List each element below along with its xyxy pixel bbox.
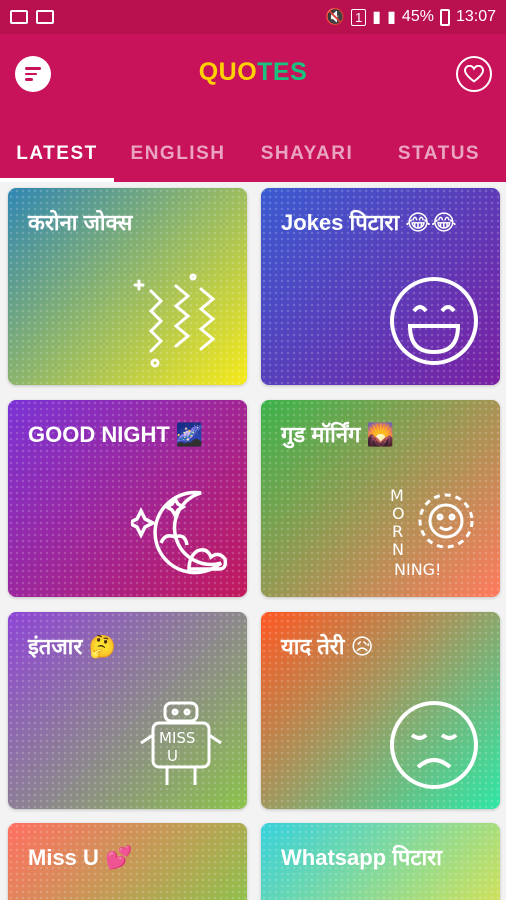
card-title: GOOD NIGHT 🌌 bbox=[28, 422, 204, 447]
card-title: गुड मॉर्निंग 🌄 bbox=[281, 422, 394, 447]
moon-icon bbox=[131, 490, 228, 575]
card-title: इंतजार 🤔 bbox=[28, 634, 116, 659]
mail-icon bbox=[36, 10, 54, 24]
app-bar: QUOTES LATEST ENGLISH SHAYARI STATUS bbox=[0, 34, 506, 182]
category-card[interactable]: Jokes पिटारा 😂😂 bbox=[261, 188, 500, 385]
svg-text:N: N bbox=[392, 540, 404, 559]
miss-u-robot-icon: MISS U bbox=[140, 701, 222, 785]
svg-text:NING!: NING! bbox=[394, 560, 441, 579]
svg-text:R: R bbox=[392, 522, 403, 541]
tab-english[interactable]: ENGLISH bbox=[114, 126, 242, 182]
tab-shayari[interactable]: SHAYARI bbox=[242, 126, 372, 182]
morning-sun-icon: M O R N NING! bbox=[390, 486, 474, 579]
app-title: QUOTES bbox=[0, 58, 506, 87]
category-card[interactable]: इंतजार 🤔 MISS U bbox=[8, 612, 247, 809]
status-bar: 🔇 1 ▮ ▮ 45% 13:07 bbox=[0, 0, 506, 34]
svg-text:O: O bbox=[392, 504, 405, 523]
gallery-icon bbox=[10, 10, 28, 24]
card-title: याद तेरी 😥 bbox=[281, 634, 374, 659]
confetti-icon bbox=[133, 273, 216, 368]
svg-text:U: U bbox=[167, 747, 178, 765]
battery-percent: 45% bbox=[401, 8, 434, 25]
category-card[interactable]: GOOD NIGHT 🌌 bbox=[8, 400, 247, 597]
laughing-face-icon bbox=[390, 277, 478, 365]
sim-badge: 1 bbox=[351, 8, 367, 26]
category-grid: करोना जोक्स Jokes पिटारा 😂😂 GOOD NIGHT 🌌 bbox=[0, 182, 506, 900]
tab-bar: LATEST ENGLISH SHAYARI STATUS bbox=[0, 126, 506, 182]
clock: 13:07 bbox=[455, 8, 496, 25]
category-card[interactable]: गुड मॉर्निंग 🌄 M O R N NING! bbox=[261, 400, 500, 597]
category-card[interactable]: करोना जोक्स bbox=[8, 188, 247, 385]
app-title-part-1: QUO bbox=[198, 58, 258, 86]
card-title: Miss U 💕 bbox=[28, 845, 133, 870]
svg-text:M: M bbox=[390, 486, 404, 505]
category-card[interactable]: याद तेरी 😥 bbox=[261, 612, 500, 809]
svg-text:MISS: MISS bbox=[159, 729, 195, 747]
favorites-button[interactable] bbox=[456, 56, 492, 92]
heart-outline-icon bbox=[464, 65, 484, 83]
card-title: Whatsapp पिटारा bbox=[281, 845, 442, 870]
card-title: Jokes पिटारा 😂😂 bbox=[281, 210, 457, 235]
battery-icon bbox=[439, 8, 450, 26]
card-title: करोना जोक्स bbox=[28, 210, 133, 235]
tab-status[interactable]: STATUS bbox=[372, 126, 506, 182]
category-card[interactable]: Miss U 💕 bbox=[8, 823, 247, 900]
app-title-part-2: TES bbox=[257, 58, 308, 86]
signal-icon-2: ▮ bbox=[387, 9, 396, 26]
sad-face-icon bbox=[390, 701, 478, 789]
mute-icon: 🔇 bbox=[325, 9, 346, 26]
signal-icon: ▮ bbox=[372, 9, 382, 26]
tab-latest[interactable]: LATEST bbox=[0, 126, 114, 182]
category-card[interactable]: Whatsapp पिटारा bbox=[261, 823, 500, 900]
